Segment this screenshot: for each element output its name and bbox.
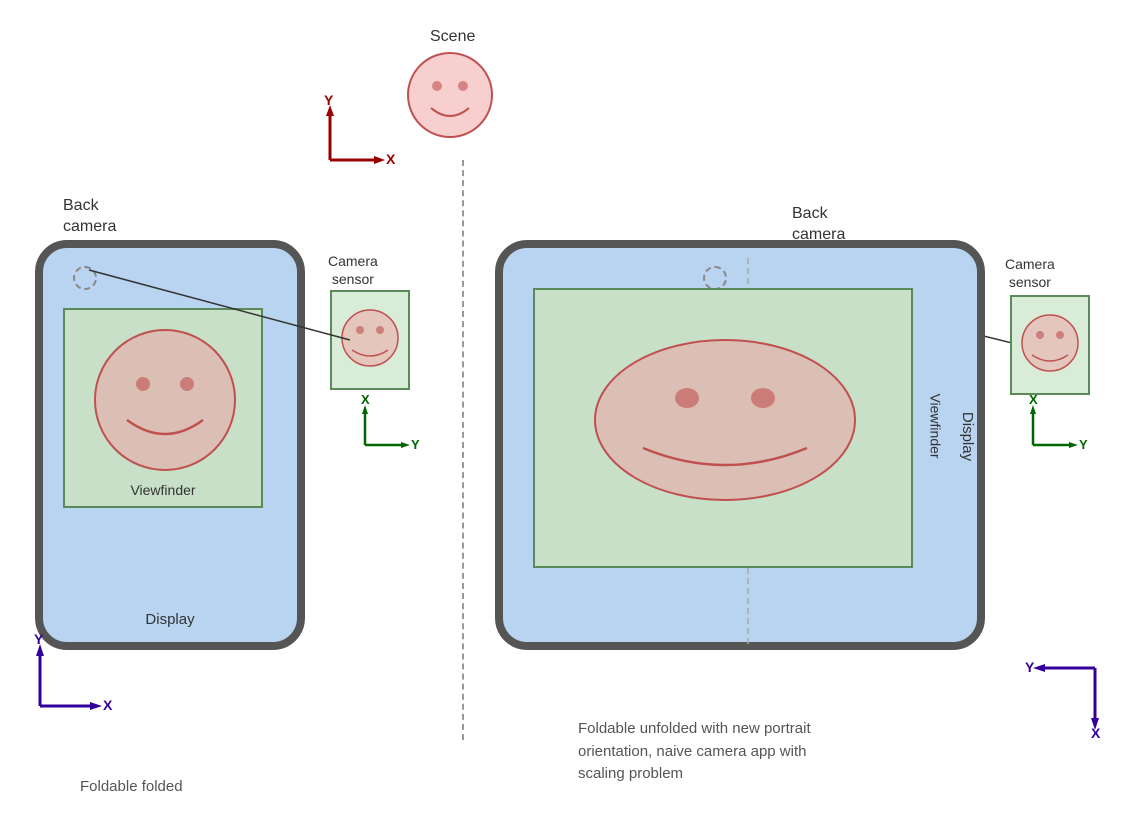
sensor-box-left (330, 290, 410, 390)
top-axes: X Y (310, 100, 390, 185)
svg-text:X: X (103, 697, 113, 713)
caption-right: Foldable unfolded with new portrait orie… (578, 718, 811, 786)
svg-text:X: X (1029, 392, 1038, 407)
back-camera-label-left: Back camera (63, 196, 116, 238)
right-display-label: Display (959, 412, 976, 461)
scene-face (405, 50, 495, 140)
sensor-axes-left: Y X (355, 400, 415, 465)
camera-sensor-label-left: Camera sensor (328, 252, 378, 288)
svg-text:X: X (386, 151, 396, 167)
left-viewfinder: Viewfinder (63, 308, 263, 508)
divider (462, 160, 464, 740)
caption-left: Foldable folded (80, 778, 183, 795)
bottom-right-axes: Y X (1025, 648, 1125, 743)
svg-text:Y: Y (1079, 437, 1088, 452)
right-camera-hole (703, 266, 727, 290)
svg-text:Y: Y (34, 631, 44, 647)
svg-text:Y: Y (1025, 659, 1035, 675)
right-viewfinder (533, 288, 913, 568)
sensor-box-right (1010, 295, 1090, 395)
sensor-axes-right: Y X (1023, 400, 1083, 465)
left-camera-hole (73, 266, 97, 290)
svg-text:X: X (361, 392, 370, 407)
camera-sensor-label-right: Camera sensor (1005, 255, 1055, 291)
left-viewfinder-label: Viewfinder (65, 482, 261, 498)
diagram-container: Scene X Y (0, 0, 1143, 831)
phone-right: Viewfinder Display (495, 240, 985, 650)
back-camera-label-right: Back camera (792, 204, 845, 246)
left-display-label: Display (43, 611, 297, 628)
svg-text:Y: Y (324, 92, 334, 108)
bottom-left-axes: X Y (20, 636, 110, 731)
phone-left: Viewfinder Display (35, 240, 305, 650)
svg-text:Y: Y (411, 437, 420, 452)
scene-label: Scene (430, 28, 475, 46)
svg-text:X: X (1091, 725, 1101, 741)
right-viewfinder-label: Viewfinder (928, 393, 944, 458)
